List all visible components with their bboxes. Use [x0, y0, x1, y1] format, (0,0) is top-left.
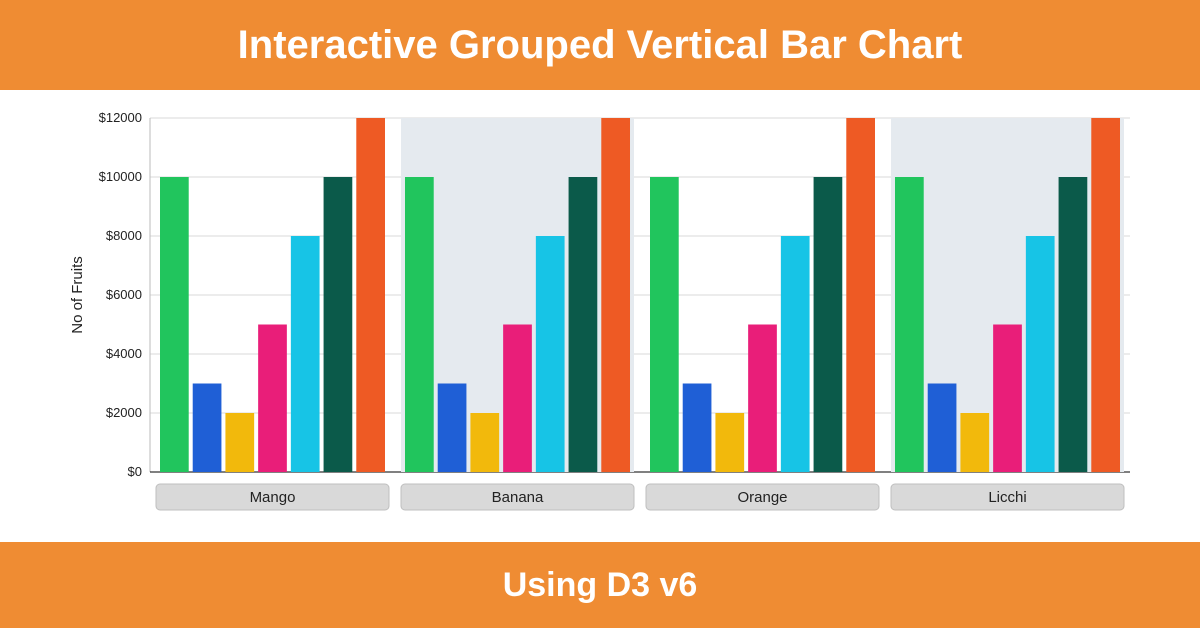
bar[interactable]	[846, 118, 875, 472]
bar[interactable]	[291, 236, 320, 472]
bar[interactable]	[160, 177, 189, 472]
y-tick-label: $6000	[106, 287, 142, 302]
bar[interactable]	[470, 413, 499, 472]
bar[interactable]	[601, 118, 630, 472]
category-label: Mango	[250, 489, 296, 506]
bar[interactable]	[781, 236, 810, 472]
bar[interactable]	[960, 413, 989, 472]
page-title: Interactive Grouped Vertical Bar Chart	[238, 23, 963, 67]
bar[interactable]	[1059, 177, 1088, 472]
bar[interactable]	[503, 325, 532, 473]
bar[interactable]	[438, 384, 467, 473]
bar[interactable]	[225, 413, 254, 472]
bar[interactable]	[814, 177, 843, 472]
bar[interactable]	[1091, 118, 1120, 472]
bar[interactable]	[683, 384, 712, 473]
bar[interactable]	[748, 325, 777, 473]
bar[interactable]	[258, 325, 287, 473]
y-axis-label: No of Fruits	[69, 256, 86, 334]
bar[interactable]	[569, 177, 598, 472]
bar[interactable]	[324, 177, 353, 472]
grouped-bar-chart[interactable]: No of Fruits $0 $2000 $4000 $6000 $8000 $10000…	[60, 108, 1140, 532]
bar[interactable]	[536, 236, 565, 472]
category-label: Banana	[492, 489, 544, 506]
bar[interactable]	[928, 384, 957, 473]
bar[interactable]	[715, 413, 744, 472]
bar[interactable]	[1026, 236, 1055, 472]
bar[interactable]	[405, 177, 434, 472]
y-tick-label: $0	[128, 464, 142, 479]
y-tick-label: $8000	[106, 228, 142, 243]
y-tick-label: $4000	[106, 346, 142, 361]
y-tick-label: $12000	[99, 110, 142, 125]
bar[interactable]	[193, 384, 222, 473]
bar[interactable]	[650, 177, 679, 472]
bar[interactable]	[356, 118, 385, 472]
bar[interactable]	[993, 325, 1022, 473]
chart-container: No of Fruits $0 $2000 $4000 $6000 $8000 $10000…	[0, 90, 1200, 542]
y-tick-label: $2000	[106, 405, 142, 420]
category-label: Licchi	[988, 489, 1026, 506]
page-subtitle: Using D3 v6	[503, 566, 698, 604]
category-label: Orange	[737, 489, 787, 506]
title-banner: Interactive Grouped Vertical Bar Chart	[0, 0, 1200, 90]
y-tick-label: $10000	[99, 169, 142, 184]
bar[interactable]	[895, 177, 924, 472]
subtitle-banner: Using D3 v6	[0, 542, 1200, 628]
